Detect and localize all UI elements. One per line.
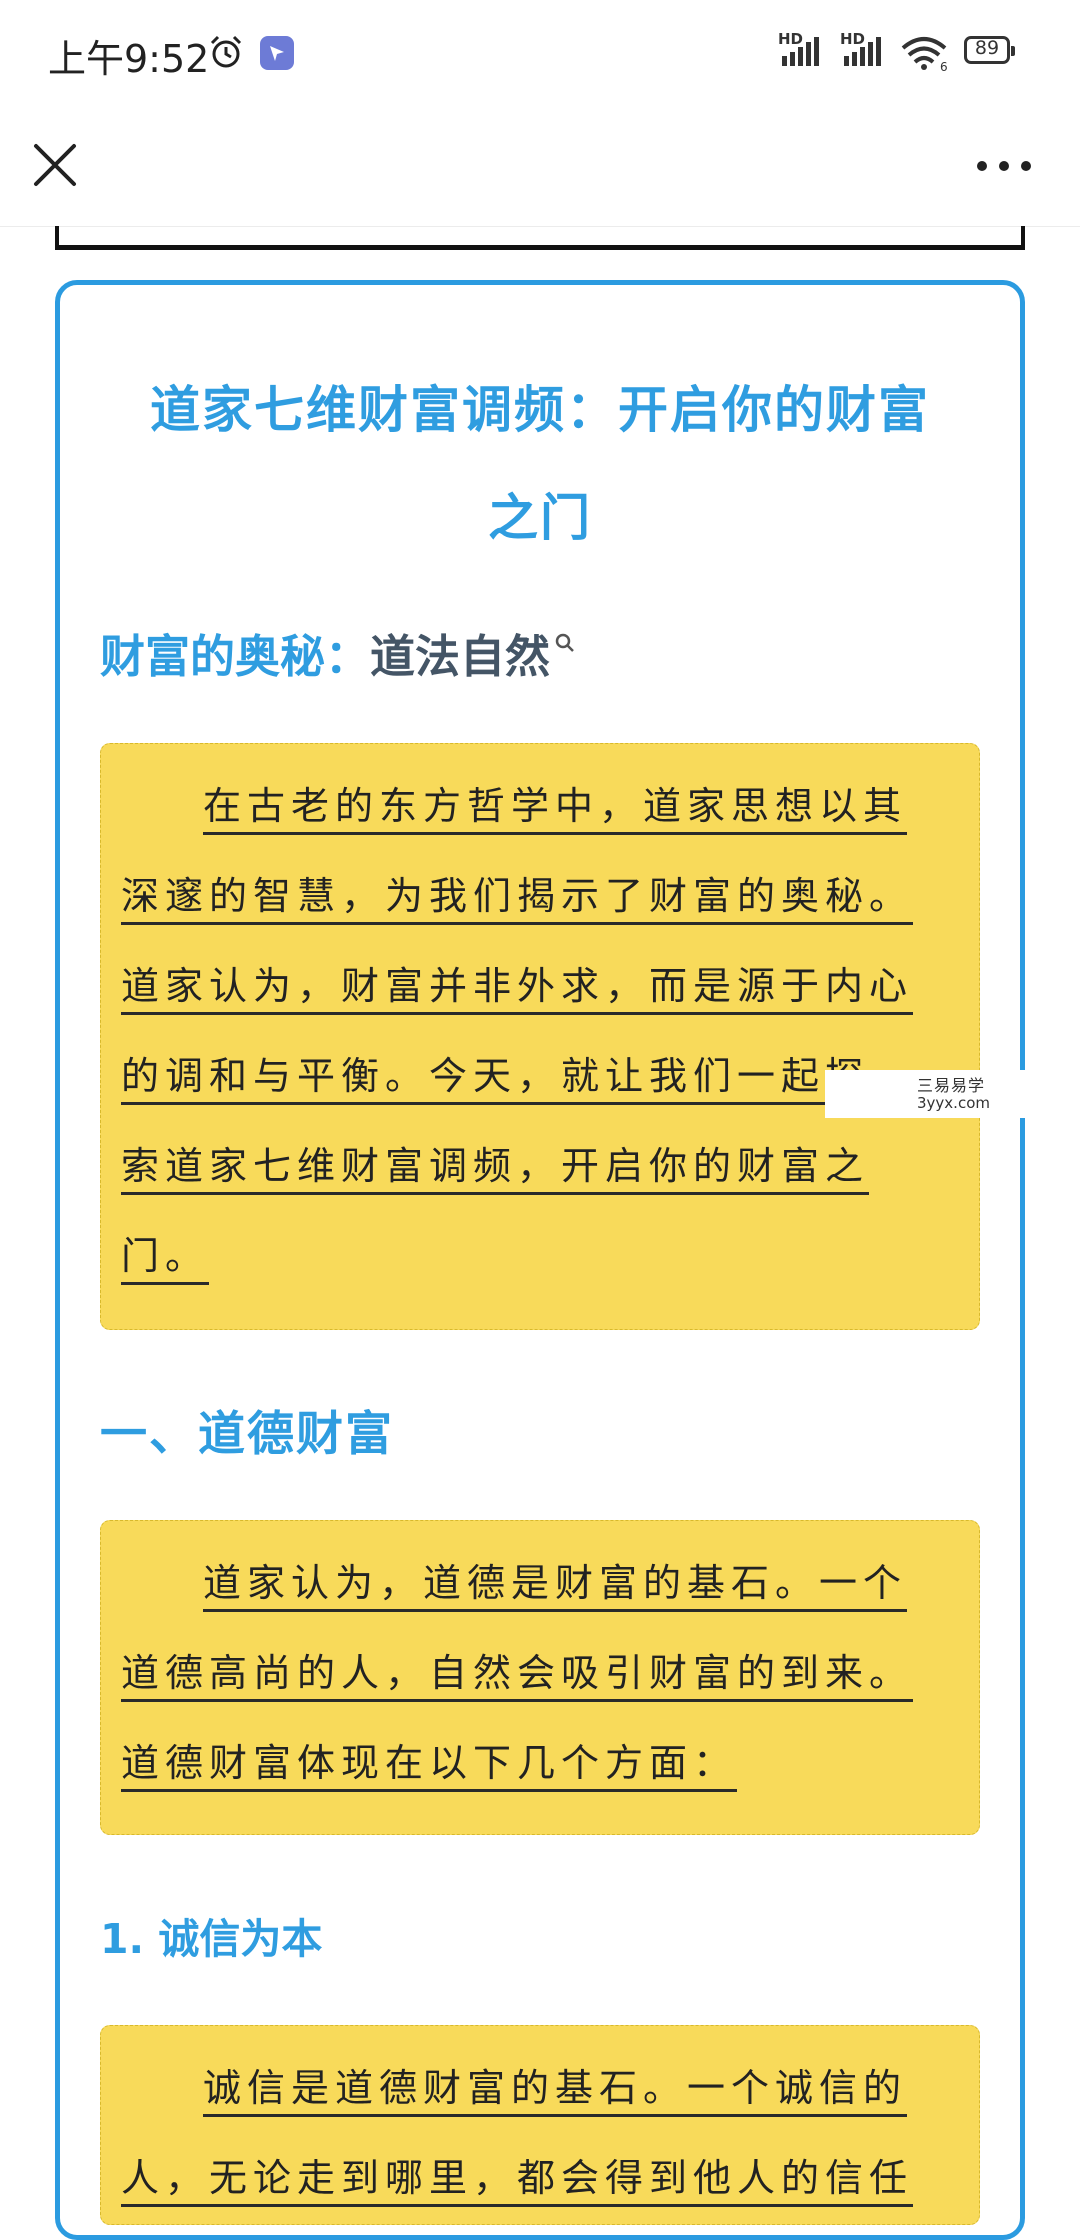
battery-level: 89 <box>974 37 1000 59</box>
intro-highlight-box: 在古老的东方哲学中，道家思想以其 深邃的智慧，为我们揭示了财富的奥秘。 道家认为… <box>100 743 980 1330</box>
more-icon[interactable] <box>974 156 1034 176</box>
intro-line: 道家认为，财富并非外求，而是源于内心 <box>121 964 914 1015</box>
subheading-text: 道法自然 <box>370 630 551 683</box>
subheading: 财富的奥秘：道法自然 <box>100 620 576 685</box>
wifi-icon: 6 <box>901 37 948 72</box>
article-title-line1: 道家七维财富调频：开启你的财富 <box>150 381 930 439</box>
watermark-line1: 三易易学 <box>917 1076 986 1095</box>
intro-line: 在古老的东方哲学中，道家思想以其 <box>203 784 908 835</box>
intro-line: 的调和与平衡。今天，就让我们一起探 <box>121 1054 870 1105</box>
sub1-line: 人，无论走到哪里，都会得到他人的信任 <box>121 2156 914 2207</box>
subheading-label: 财富的奥秘： <box>100 630 371 683</box>
previous-frame-border <box>55 226 1025 250</box>
subsection-heading: 1. 诚信为本 <box>100 1915 323 1963</box>
search-icon[interactable] <box>554 632 576 654</box>
sub1-highlight-box: 诚信是道德财富的基石。一个诚信的 人，无论走到哪里，都会得到他人的信任 <box>100 2025 980 2225</box>
article-title-line2: 之门 <box>488 489 592 547</box>
sub1-line: 诚信是道德财富的基石。一个诚信的 <box>203 2066 908 2117</box>
app-notification-icon <box>260 36 294 70</box>
intro-line: 门。 <box>121 1234 210 1285</box>
section-heading: 一、道德财富 <box>100 1407 394 1462</box>
section1-line: 道德财富体现在以下几个方面： <box>121 1741 738 1792</box>
alarm-icon <box>210 35 242 68</box>
status-bar: 上午9:52 HD HD 6 89 <box>0 0 1080 108</box>
close-icon[interactable] <box>28 138 82 192</box>
status-time: 上午9:52 <box>48 37 210 81</box>
intro-line: 索道家七维财富调频，开启你的财富之 <box>121 1144 870 1195</box>
top-nav-bar <box>0 108 1080 227</box>
watermark: 三易易学 3yyx.com <box>825 1070 1035 1118</box>
watermark-line2: 3yyx.com <box>917 1094 990 1112</box>
section1-line: 道德高尚的人，自然会吸引财富的到来。 <box>121 1651 914 1702</box>
section1-highlight-box: 道家认为，道德是财富的基石。一个 道德高尚的人，自然会吸引财富的到来。 道德财富… <box>100 1520 980 1835</box>
svg-text:6: 6 <box>940 60 948 72</box>
intro-line: 深邃的智慧，为我们揭示了财富的奥秘。 <box>121 874 914 925</box>
section1-line: 道家认为，道德是财富的基石。一个 <box>203 1561 908 1612</box>
battery-icon: 89 <box>964 36 1015 64</box>
